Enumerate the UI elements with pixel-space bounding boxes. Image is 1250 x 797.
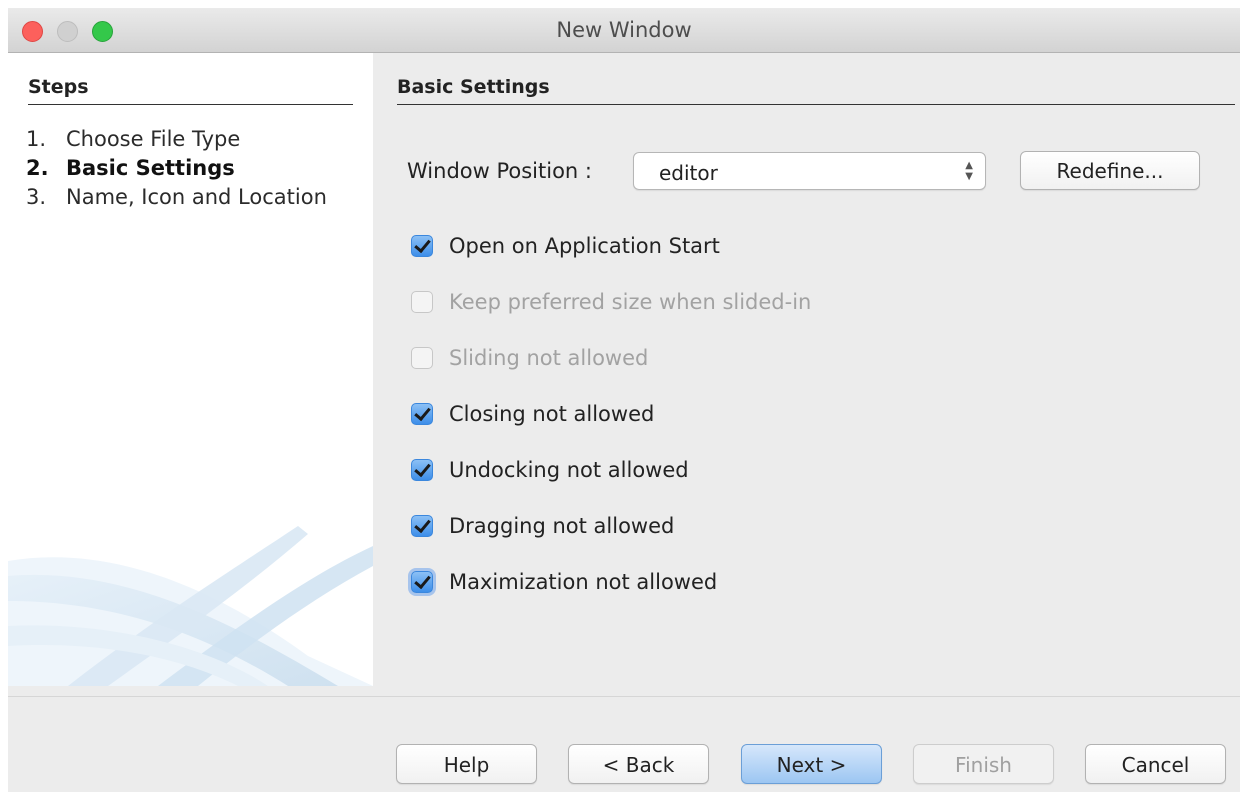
footer-divider <box>8 696 1240 697</box>
step-item: 3. Name, Icon and Location <box>26 183 356 212</box>
steps-list: 1. Choose File Type 2. Basic Settings 3.… <box>26 125 356 212</box>
step-label: Name, Icon and Location <box>66 185 327 209</box>
closing-not-allowed-checkbox[interactable] <box>411 403 433 425</box>
option-label: Undocking not allowed <box>449 458 689 482</box>
steps-sidebar: Steps 1. Choose File Type 2. Basic Setti… <box>8 53 373 686</box>
window-position-select[interactable]: editor ▲ ▼ <box>633 152 986 190</box>
option-label: Maximization not allowed <box>449 570 718 594</box>
help-button[interactable]: Help <box>396 744 537 784</box>
cancel-button[interactable]: Cancel <box>1085 744 1226 784</box>
undocking-not-allowed-checkbox[interactable] <box>411 459 433 481</box>
maximization-not-allowed-checkbox[interactable] <box>411 571 433 593</box>
step-number: 2. <box>26 156 49 180</box>
step-label: Basic Settings <box>66 156 235 180</box>
option-label: Sliding not allowed <box>449 346 649 370</box>
maximization-not-allowed-option[interactable]: Maximization not allowed <box>411 554 811 610</box>
step-item-current: 2. Basic Settings <box>26 154 356 183</box>
step-number: 3. <box>26 185 47 209</box>
options-checklist: Open on Application Start Keep preferred… <box>411 218 811 610</box>
back-button[interactable]: < Back <box>568 744 709 784</box>
option-label: Open on Application Start <box>449 234 720 258</box>
new-window-dialog: New Window Steps 1. Choose File Type 2. … <box>8 8 1240 792</box>
title-bar: New Window <box>8 8 1240 53</box>
step-label: Choose File Type <box>66 127 241 151</box>
keep-preferred-size-checkbox <box>411 291 433 313</box>
window-position-label: Window Position : <box>407 159 592 183</box>
finish-button: Finish <box>913 744 1054 784</box>
wizard-swoosh-graphic <box>8 526 373 686</box>
dragging-not-allowed-option[interactable]: Dragging not allowed <box>411 498 811 554</box>
dragging-not-allowed-checkbox[interactable] <box>411 515 433 537</box>
option-label: Keep preferred size when slided-in <box>449 290 812 314</box>
steps-heading: Steps <box>28 76 353 105</box>
sliding-not-allowed-checkbox <box>411 347 433 369</box>
closing-not-allowed-option[interactable]: Closing not allowed <box>411 386 811 442</box>
sliding-not-allowed-option: Sliding not allowed <box>411 330 811 386</box>
undocking-not-allowed-option[interactable]: Undocking not allowed <box>411 442 811 498</box>
basic-settings-panel: Basic Settings Window Position : editor … <box>373 53 1240 686</box>
step-item: 1. Choose File Type <box>26 125 356 154</box>
option-label: Closing not allowed <box>449 402 655 426</box>
chevron-updown-icon: ▲ ▼ <box>965 160 973 182</box>
open-on-start-option[interactable]: Open on Application Start <box>411 218 811 274</box>
next-button[interactable]: Next > <box>741 744 882 784</box>
keep-preferred-size-option: Keep preferred size when slided-in <box>411 274 811 330</box>
window-title: New Window <box>556 18 692 42</box>
open-on-start-checkbox[interactable] <box>411 235 433 257</box>
section-heading: Basic Settings <box>397 76 1235 105</box>
redefine-button[interactable]: Redefine... <box>1020 151 1200 190</box>
option-label: Dragging not allowed <box>449 514 675 538</box>
window-position-value: editor <box>659 161 718 185</box>
step-number: 1. <box>26 127 47 151</box>
